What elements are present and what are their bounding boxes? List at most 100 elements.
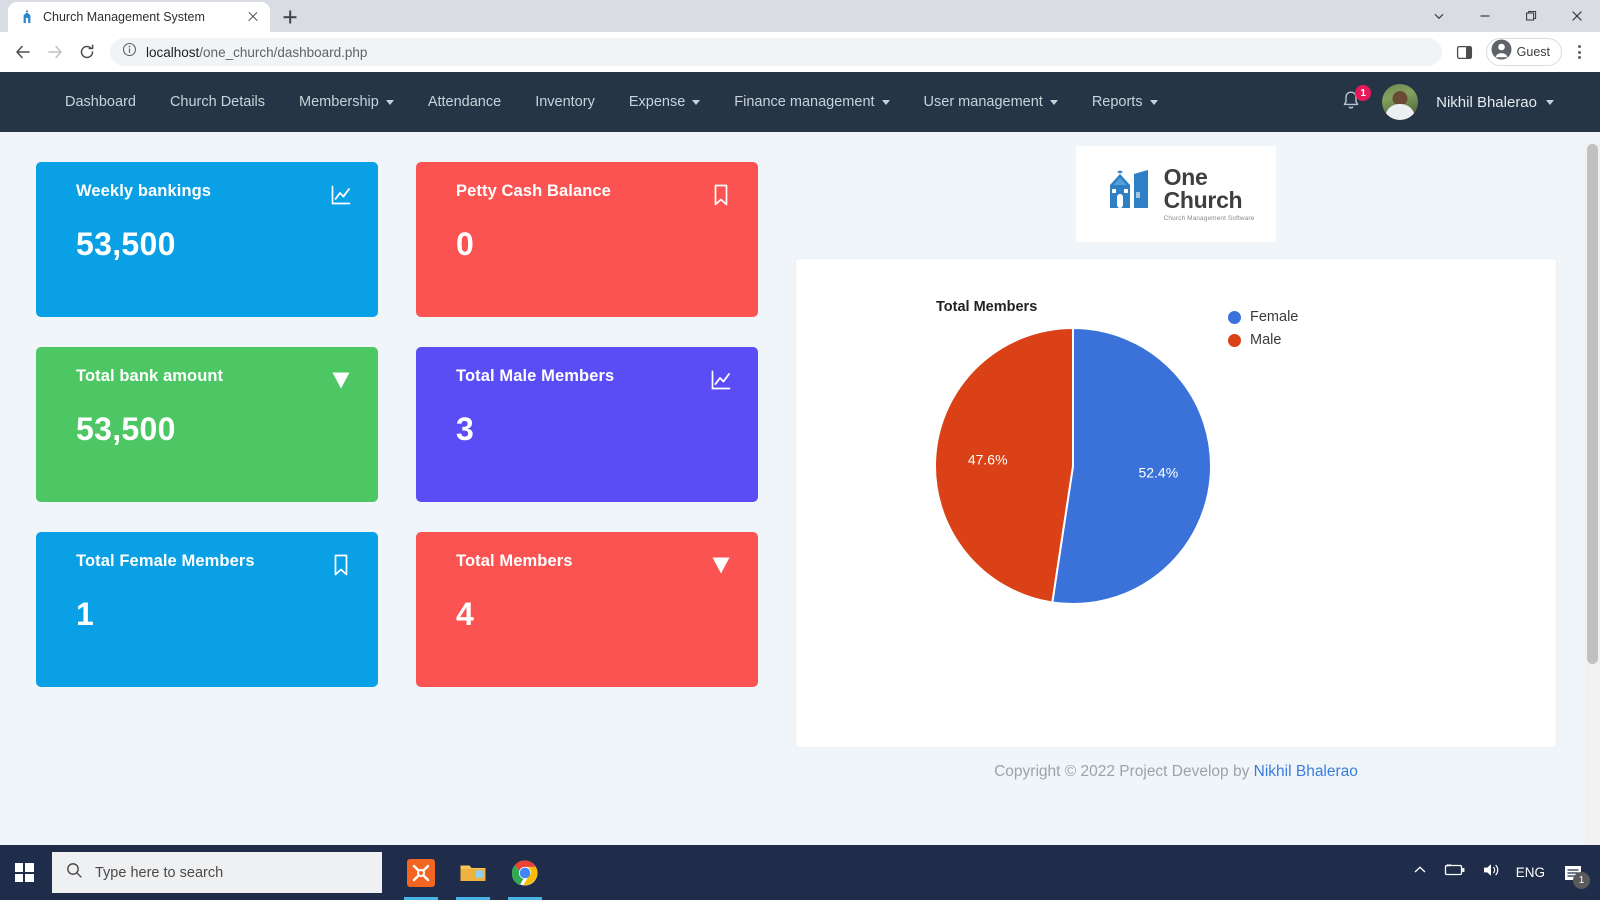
app-logo: One Church Church Management Software: [1076, 146, 1276, 242]
card-title: Total Female Members: [76, 552, 255, 571]
card-header: Petty Cash Balance: [456, 182, 734, 208]
xampp-icon[interactable]: [398, 845, 444, 900]
nav-label: Attendance: [428, 94, 501, 110]
chevron-down-icon: [882, 100, 890, 105]
minimize-icon[interactable]: [1462, 0, 1508, 32]
chart-legend: Female Male: [1228, 309, 1298, 355]
search-icon: [66, 862, 83, 884]
card-header: Total Male Members: [456, 367, 734, 393]
pie-slice-female[interactable]: [1052, 328, 1211, 604]
browser-titlebar: Church Management System: [0, 0, 1600, 32]
address-bar[interactable]: localhost/one_church/dashboard.php: [110, 38, 1442, 66]
notification-center-icon[interactable]: 1: [1560, 860, 1586, 886]
nav-item-dashboard[interactable]: Dashboard: [48, 94, 153, 110]
stat-card-weekly-bankings[interactable]: Weekly bankings 53,500: [36, 162, 378, 317]
side-panel-icon[interactable]: [1450, 37, 1480, 67]
church-icon: [19, 9, 35, 25]
bell-icon: [1340, 100, 1362, 117]
avatar[interactable]: [1382, 84, 1418, 120]
file-explorer-icon[interactable]: [450, 845, 496, 900]
bookmark-icon: [328, 552, 354, 578]
app-navbar: Dashboard Church Details Membership Atte…: [0, 72, 1600, 132]
logo-line-2: Church: [1164, 189, 1255, 212]
close-icon[interactable]: [1554, 0, 1600, 32]
search-placeholder: Type here to search: [95, 865, 223, 881]
profile-button[interactable]: Guest: [1486, 38, 1562, 66]
user-avatar-icon: [1491, 39, 1512, 65]
logo-tagline: Church Management Software: [1164, 216, 1255, 223]
windows-logo: [15, 863, 34, 882]
user-name-label: Nikhil Bhalerao: [1436, 94, 1537, 111]
nav-label: Expense: [629, 94, 685, 110]
nav-item-attendance[interactable]: Attendance: [411, 94, 518, 110]
gem-icon: [708, 552, 734, 578]
scrollbar-thumb[interactable]: [1587, 144, 1598, 664]
tray-language-label[interactable]: ENG: [1516, 865, 1545, 880]
new-tab-button[interactable]: [276, 3, 304, 31]
arrow-left-icon[interactable]: [8, 37, 38, 67]
google-chrome-icon[interactable]: [502, 845, 548, 900]
nav-item-user-management[interactable]: User management: [907, 94, 1075, 110]
stat-card-total-bank-amount[interactable]: Total bank amount 53,500: [36, 347, 378, 502]
legend-item-female[interactable]: Female: [1228, 309, 1298, 325]
card-row-3: Total Female Members 1 Total Members: [36, 532, 760, 687]
nav-item-reports[interactable]: Reports: [1075, 94, 1175, 110]
stat-card-total-female-members[interactable]: Total Female Members 1: [36, 532, 378, 687]
chevron-down-icon[interactable]: [1416, 0, 1462, 32]
card-value: 53,500: [76, 411, 354, 448]
nav-label: Church Details: [170, 94, 265, 110]
chevron-down-icon: [1150, 100, 1158, 105]
card-row-1: Weekly bankings 53,500 Petty Cash Balanc…: [36, 162, 760, 317]
speaker-icon[interactable]: [1481, 861, 1501, 884]
gem-icon: [328, 367, 354, 393]
pie-chart[interactable]: 52.4% 47.6%: [934, 327, 1212, 605]
chevron-up-icon[interactable]: [1413, 863, 1427, 882]
nav-item-finance-management[interactable]: Finance management: [717, 94, 906, 110]
footer-author-link[interactable]: Nikhil Bhalerao: [1254, 763, 1358, 780]
card-row-2: Total bank amount 53,500 Total Male Memb…: [36, 347, 760, 502]
info-circle-icon[interactable]: [122, 42, 137, 62]
browser-window: Church Management System: [0, 0, 1600, 845]
nav-item-expense[interactable]: Expense: [612, 94, 717, 110]
chart-title: Total Members: [936, 299, 1037, 315]
page-viewport: Dashboard Church Details Membership Atte…: [0, 72, 1600, 845]
search-input[interactable]: Type here to search: [52, 852, 382, 893]
stat-card-petty-cash-balance[interactable]: Petty Cash Balance 0: [416, 162, 758, 317]
tab-title: Church Management System: [43, 10, 236, 24]
card-value: 0: [456, 226, 734, 263]
pie-slice-label: 52.4%: [1138, 464, 1178, 480]
card-header: Total Female Members: [76, 552, 354, 578]
nav-item-church-details[interactable]: Church Details: [153, 94, 282, 110]
notification-button[interactable]: 1: [1340, 89, 1364, 115]
browser-toolbar: localhost/one_church/dashboard.php Guest: [0, 32, 1600, 72]
card-header: Weekly bankings: [76, 182, 354, 208]
legend-item-male[interactable]: Male: [1228, 332, 1298, 348]
reload-icon[interactable]: [72, 37, 102, 67]
page-scrollbar[interactable]: [1585, 144, 1600, 845]
card-title: Petty Cash Balance: [456, 182, 611, 201]
notification-badge: 1: [1355, 85, 1371, 101]
nav-label: Dashboard: [65, 94, 136, 110]
legend-color-swatch: [1228, 311, 1241, 324]
user-menu[interactable]: Nikhil Bhalerao: [1436, 94, 1554, 111]
nav-item-membership[interactable]: Membership: [282, 94, 411, 110]
profile-label: Guest: [1517, 45, 1550, 59]
pie-slice-label: 47.6%: [968, 452, 1008, 468]
battery-charging-icon[interactable]: [1442, 862, 1466, 883]
windows-start-icon[interactable]: [0, 845, 48, 900]
pie-svg: 52.4% 47.6%: [934, 327, 1212, 605]
close-icon[interactable]: [244, 8, 262, 26]
tray-notification-badge: 1: [1573, 872, 1590, 889]
windows-taskbar: Type here to search: [0, 845, 1600, 900]
logo-line-1: One: [1164, 166, 1255, 189]
three-dot-menu-icon[interactable]: [1566, 37, 1592, 67]
browser-tab[interactable]: Church Management System: [8, 2, 270, 32]
maximize-icon[interactable]: [1508, 0, 1554, 32]
chevron-down-icon: [386, 100, 394, 105]
stat-card-total-male-members[interactable]: Total Male Members 3: [416, 347, 758, 502]
nav-item-inventory[interactable]: Inventory: [518, 94, 612, 110]
nav-label: Reports: [1092, 94, 1143, 110]
page-footer: Copyright © 2022 Project Develop by Nikh…: [994, 747, 1358, 781]
stat-card-total-members[interactable]: Total Members 4: [416, 532, 758, 687]
card-value: 1: [76, 596, 354, 633]
